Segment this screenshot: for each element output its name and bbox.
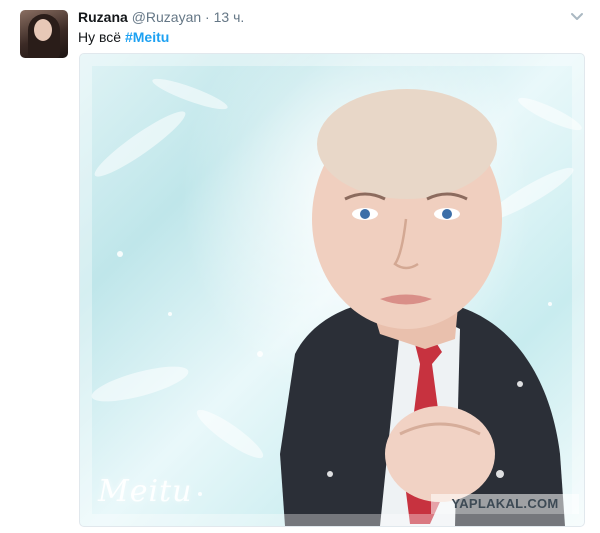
photo-illustration xyxy=(80,54,584,526)
hashtag-link[interactable]: #Meitu xyxy=(125,29,169,45)
avatar-face xyxy=(34,19,52,41)
chevron-down-icon[interactable] xyxy=(570,10,584,24)
tweet-text-body: Ну всё xyxy=(78,29,122,45)
author-name[interactable]: Ruzana xyxy=(78,9,128,25)
author-avatar[interactable] xyxy=(20,10,68,58)
tweet-header: Ruzana @Ruzayan · 13 ч. xyxy=(78,9,244,26)
tweet-timestamp[interactable]: 13 ч. xyxy=(214,9,245,25)
meitu-watermark: Meitu xyxy=(98,474,193,509)
tweet-media-photo[interactable]: Meitu YAPLAKAL.COM xyxy=(79,53,585,527)
author-handle[interactable]: @Ruzayan xyxy=(132,9,201,25)
separator: · xyxy=(205,9,210,25)
tweet-text: Ну всё #Meitu xyxy=(78,28,169,46)
site-watermark: YAPLAKAL.COM xyxy=(431,494,579,514)
